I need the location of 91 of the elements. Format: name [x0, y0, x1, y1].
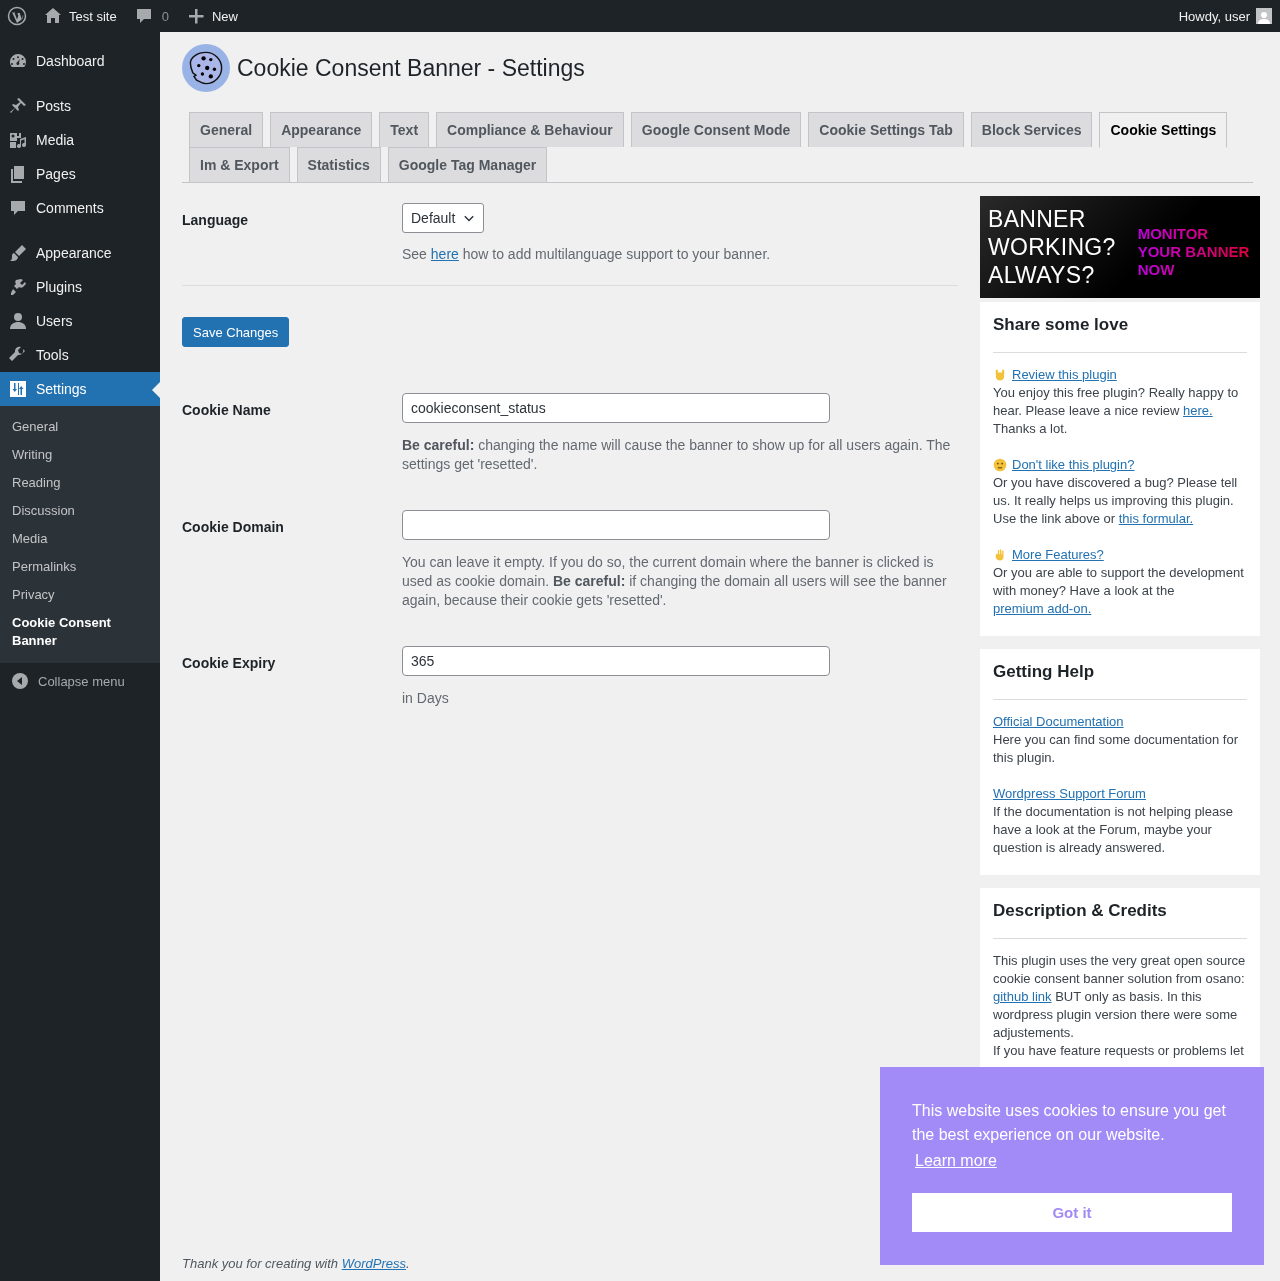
- text-link[interactable]: Official Documentation: [993, 713, 1124, 731]
- submenu-item[interactable]: Permalinks: [0, 553, 160, 581]
- submenu-item[interactable]: Reading: [0, 469, 160, 497]
- menu-item[interactable]: Media: [0, 123, 160, 157]
- text-link[interactable]: Review this plugin: [1012, 366, 1117, 384]
- face-icon: [993, 458, 1007, 472]
- submenu-item[interactable]: Cookie Consent Banner: [0, 609, 160, 655]
- field-label: Cookie Domain: [182, 518, 285, 537]
- tab[interactable]: Cookie Settings Tab: [808, 112, 964, 147]
- media-icon: [8, 130, 28, 150]
- language-select[interactable]: Default: [402, 203, 485, 233]
- collapse-icon: [10, 671, 30, 691]
- field-label: Language: [182, 211, 250, 230]
- card-title: Getting Help: [993, 661, 1096, 683]
- field-label: Cookie Expiry: [182, 654, 277, 673]
- text-field[interactable]: cookieconsent_status: [402, 393, 830, 423]
- tab[interactable]: Text: [379, 112, 430, 147]
- settings-icon: [8, 379, 28, 399]
- help-text: Be careful: changing the name will cause the banner to show up for all users again. The settings get 'resetted'.: [402, 436, 952, 474]
- paragraph: This plugin uses the very great open source cookie consent banner solution from osano: github link BUT only as basis. In this wordpress plugin version there were some adjustements.: [993, 952, 1247, 1042]
- text-link[interactable]: Wordpress Support Forum: [993, 785, 1146, 803]
- submenu-item[interactable]: Discussion: [0, 497, 160, 525]
- avatar-icon: [1256, 8, 1272, 24]
- paragraph: If you have feature requests or problems let: [993, 1042, 1245, 1060]
- field-label: Cookie Name: [182, 401, 272, 420]
- paragraph: Or you have discovered a bug? Please tell us. It really helps us improving this plugin. Use the link above or this formular.: [993, 474, 1239, 528]
- site-link[interactable]: Test site: [69, 8, 117, 24]
- text-link[interactable]: here: [430, 246, 459, 262]
- text-field[interactable]: 365: [402, 646, 830, 676]
- home-icon: [43, 6, 63, 26]
- text-link[interactable]: github link: [993, 989, 1052, 1004]
- banner-headline: ALWAYS?: [988, 261, 1096, 289]
- tab[interactable]: Compliance & Behaviour: [436, 112, 624, 147]
- help-text: See here how to add multilanguage support to your banner.: [402, 245, 772, 264]
- paragraph: Or you are able to support the development with money? Have a look at the premium add-on.: [993, 564, 1245, 618]
- submenu-item[interactable]: Writing: [0, 441, 160, 469]
- menu-item[interactable]: Pages: [0, 157, 160, 191]
- tab[interactable]: Cookie Settings: [1099, 112, 1228, 148]
- help-text: in Days: [402, 689, 450, 708]
- submenu-item[interactable]: General: [0, 413, 160, 441]
- tab[interactable]: Google Consent Mode: [630, 112, 802, 147]
- tab[interactable]: Appearance: [270, 112, 373, 147]
- paragraph: You enjoy this free plugin? Really happy to hear. Please leave a nice review here. Thanks a lot.: [993, 384, 1240, 438]
- cookie-message: This website uses cookies to ensure you get the best experience on our website.: [912, 1101, 1227, 1145]
- tab[interactable]: Im & Export: [189, 147, 290, 182]
- appearance-icon: [8, 243, 28, 263]
- tab[interactable]: General: [189, 112, 264, 147]
- menu-item[interactable]: Settings: [0, 372, 160, 406]
- paragraph: If the documentation is not helping please have a look at the Forum, maybe your question is already answered.: [993, 803, 1234, 857]
- text-link[interactable]: Don't like this plugin?: [1012, 456, 1135, 474]
- text-link[interactable]: WordPress: [341, 1256, 406, 1271]
- menu-item[interactable]: Dashboard: [0, 44, 160, 78]
- menu-item[interactable]: Posts: [0, 89, 160, 123]
- tab[interactable]: Google Tag Manager: [387, 147, 548, 182]
- banner-call-to-action: MONITOR: [1137, 225, 1210, 243]
- text-link[interactable]: premium add-on.: [993, 601, 1092, 616]
- text-link[interactable]: here.: [1183, 403, 1213, 418]
- paragraph: Here you can find some documentation for this plugin.: [993, 731, 1239, 767]
- help-text: You can leave it empty. If you do so, the current domain where the banner is clicked is used as cookie domain. Be careful: if changing the domain all users will see the banner again, because their cookie gets 'resetted'.: [402, 553, 948, 610]
- text-field[interactable]: [402, 510, 830, 540]
- wordpress-logo-icon[interactable]: [7, 6, 27, 26]
- submenu-item[interactable]: Media: [0, 525, 160, 553]
- banner-call-to-action: YOUR BANNER: [1137, 243, 1250, 261]
- menu-item[interactable]: Comments: [0, 191, 160, 225]
- cookie-icon: [182, 44, 230, 92]
- card-title: Share some love: [993, 314, 1130, 336]
- comments-icon: [8, 198, 28, 218]
- banner-headline: BANNER: [988, 205, 1087, 233]
- menu-item[interactable]: Appearance: [0, 236, 160, 270]
- rock-hand-icon: [993, 368, 1007, 382]
- menu-item[interactable]: Tools: [0, 338, 160, 372]
- text-link[interactable]: More Features?: [1012, 546, 1104, 564]
- menu-item[interactable]: Users: [0, 304, 160, 338]
- submenu-item[interactable]: Privacy: [0, 581, 160, 609]
- banner-call-to-action: NOW: [1137, 261, 1176, 279]
- footer-text: Thank you for creating with WordPress.: [182, 1256, 410, 1271]
- banner-headline: WORKING?: [988, 233, 1116, 261]
- tab[interactable]: Statistics: [296, 147, 381, 182]
- page-title: Cookie Consent Banner - Settings: [237, 54, 585, 82]
- menu-item[interactable]: Plugins: [0, 270, 160, 304]
- hand-icon: [993, 548, 1007, 562]
- users-icon: [8, 311, 28, 331]
- tab[interactable]: Block Services: [970, 112, 1093, 147]
- save-button[interactable]: Save Changes: [182, 317, 290, 347]
- card-title: Description & Credits: [993, 900, 1168, 922]
- new-link[interactable]: New: [211, 8, 238, 24]
- text-link[interactable]: this formular.: [1118, 511, 1194, 526]
- comment-count[interactable]: 0: [161, 8, 169, 24]
- plugins-icon: [8, 277, 28, 297]
- collapse-menu[interactable]: Collapse menu: [38, 673, 125, 689]
- greeting-link[interactable]: Howdy, user: [1178, 8, 1250, 24]
